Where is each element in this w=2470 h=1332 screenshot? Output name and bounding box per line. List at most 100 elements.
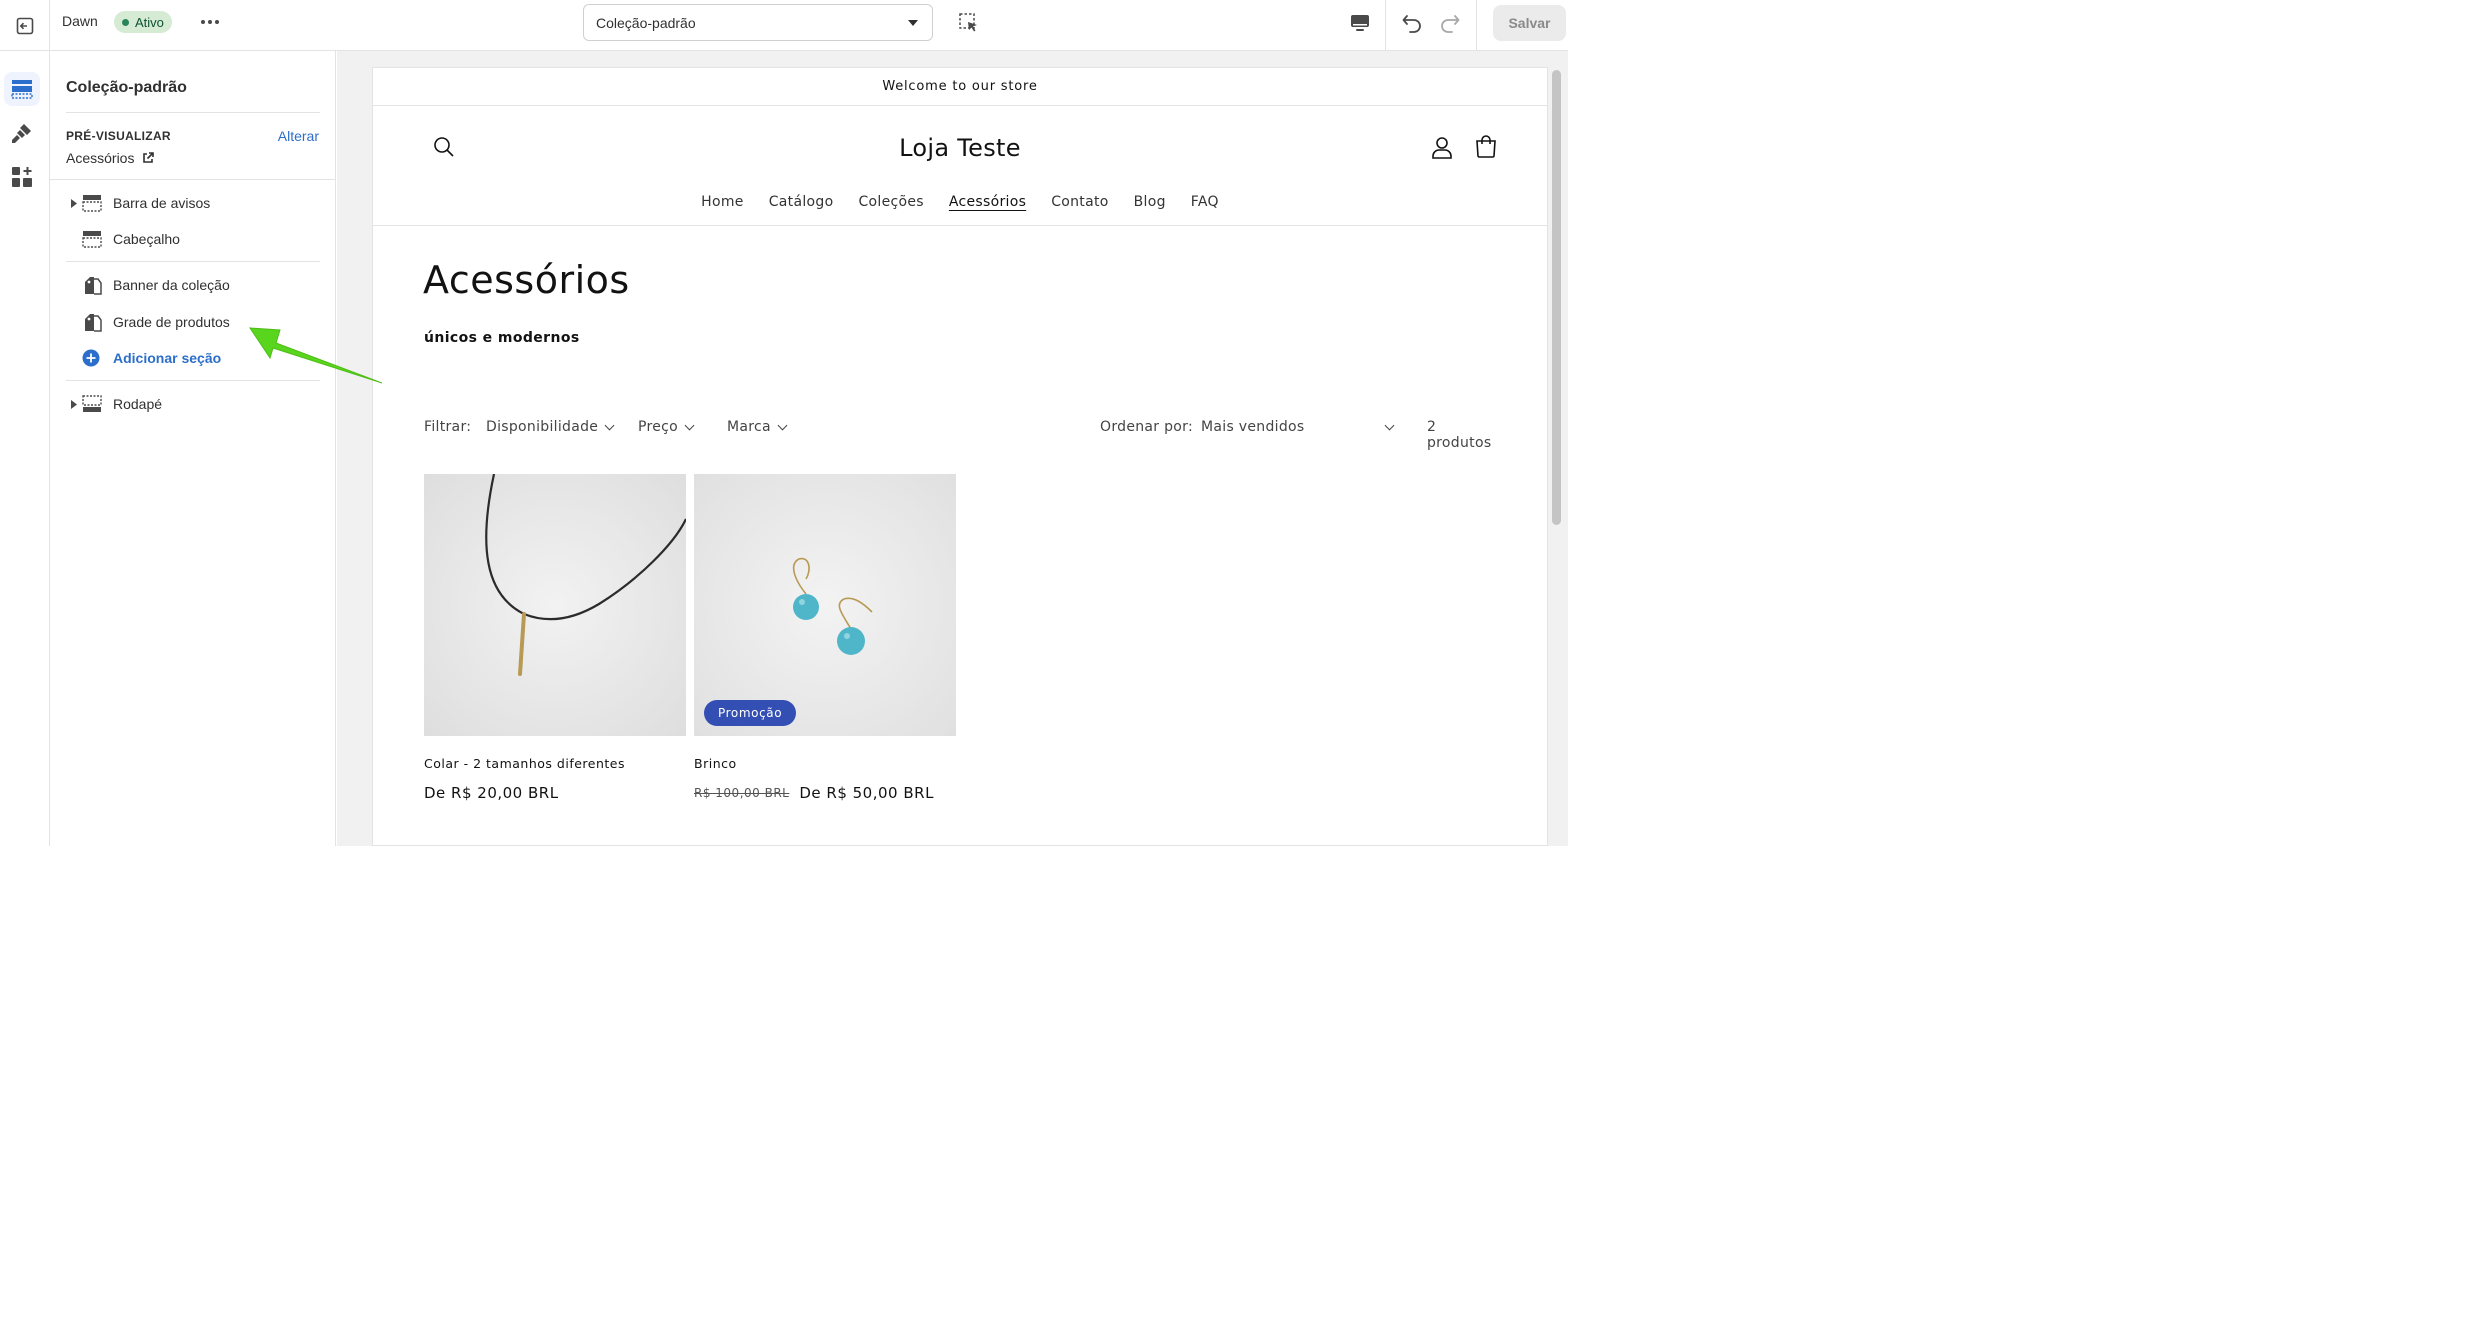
- inspector-toggle-button[interactable]: [955, 9, 983, 37]
- chevron-down-icon: [1384, 420, 1395, 430]
- section-label: Adicionar seção: [113, 350, 222, 366]
- theme-name: Dawn: [62, 13, 98, 29]
- nav-home[interactable]: Home: [701, 194, 744, 210]
- rail-sections-button[interactable]: [4, 72, 40, 106]
- plus-circle-icon: [82, 349, 110, 367]
- redo-button[interactable]: [1436, 9, 1464, 37]
- rail-theme-settings-button[interactable]: [4, 116, 40, 150]
- filter-price[interactable]: Preço: [638, 419, 695, 435]
- section-label: Grade de produtos: [113, 314, 230, 330]
- section-footer[interactable]: Rodapé: [66, 389, 320, 419]
- nav-blog[interactable]: Blog: [1134, 194, 1166, 210]
- filter-availability[interactable]: Disponibilidade: [486, 419, 615, 435]
- header-section-icon: [82, 230, 110, 248]
- section-label: Cabeçalho: [113, 231, 180, 247]
- product-price-value: De R$ 50,00 BRL: [799, 784, 934, 802]
- cart-button[interactable]: [1475, 135, 1497, 164]
- product-name[interactable]: Colar - 2 tamanhos diferentes: [424, 756, 686, 771]
- store-preview: Welcome to our store Loja Teste Home Cat…: [372, 67, 1548, 846]
- preview-scrollbar[interactable]: [1552, 70, 1561, 525]
- undo-icon: [1402, 15, 1421, 33]
- nav-faq[interactable]: FAQ: [1191, 194, 1219, 210]
- section-announcement-bar[interactable]: Barra de avisos: [66, 188, 320, 218]
- account-button[interactable]: [1431, 136, 1453, 165]
- product-image[interactable]: Promoção: [694, 474, 956, 736]
- header-section-icon: [82, 194, 110, 212]
- status-badge: Ativo: [114, 11, 172, 33]
- status-dot-icon: [122, 18, 129, 26]
- tag-section-icon: [82, 275, 110, 295]
- device-preview-button[interactable]: [1346, 9, 1374, 37]
- redo-icon: [1441, 15, 1460, 33]
- preview-value[interactable]: Acessórios: [66, 150, 155, 166]
- product-card[interactable]: Promoção Brinco R$ 100,00 BRL De R$ 50,0…: [694, 474, 956, 802]
- product-price: De R$ 20,00 BRL: [424, 784, 686, 802]
- external-link-icon: [143, 152, 155, 163]
- section-collection-banner[interactable]: Banner da coleção: [66, 270, 320, 300]
- preview-label: PRÉ-VISUALIZAR: [66, 129, 171, 143]
- sort-select[interactable]: Mais vendidos: [1201, 419, 1395, 435]
- rail-apps-button[interactable]: [4, 160, 40, 194]
- select-cursor-icon: [959, 13, 977, 32]
- preview-value-label: Acessórios: [66, 150, 135, 166]
- earrings-image: [694, 474, 956, 736]
- cart-icon: [1476, 135, 1496, 158]
- nav-collections[interactable]: Coleções: [858, 194, 923, 210]
- store-header: Loja Teste Home Catálogo Coleções Acessó…: [373, 106, 1547, 226]
- chevron-down-icon: [777, 420, 788, 430]
- footer-section-icon: [82, 395, 110, 413]
- topbar-divider: [1385, 0, 1386, 51]
- expand-arrow-icon[interactable]: [66, 399, 82, 409]
- preview-change-link[interactable]: Alterar: [278, 128, 319, 144]
- sort-select-value: Mais vendidos: [1201, 419, 1305, 435]
- chevron-down-icon: [604, 420, 615, 430]
- save-button[interactable]: Salvar: [1493, 5, 1566, 41]
- product-image[interactable]: [424, 474, 686, 736]
- nav-catalog[interactable]: Catálogo: [769, 194, 834, 210]
- caret-down-icon: [908, 20, 918, 26]
- filter-price-label: Preço: [638, 419, 679, 435]
- more-actions-button[interactable]: [198, 10, 222, 34]
- section-label: Banner da coleção: [113, 277, 230, 293]
- filter-brand-label: Marca: [727, 419, 771, 435]
- tag-section-icon: [82, 312, 110, 332]
- editor-rail: [0, 51, 50, 846]
- section-label: Rodapé: [113, 396, 163, 412]
- topbar-divider: [1476, 0, 1477, 51]
- nav-contact[interactable]: Contato: [1051, 194, 1108, 210]
- filter-label: Filtrar:: [424, 419, 472, 435]
- template-select-value: Coleção-padrão: [596, 14, 696, 31]
- filter-bar: Filtrar: Disponibilidade Preço Marca Ord…: [424, 417, 1498, 451]
- sidebar-title: Coleção-padrão: [66, 79, 187, 96]
- sidebar-divider: [66, 261, 320, 262]
- collection-title: Acessórios: [423, 258, 630, 302]
- chevron-down-icon: [684, 420, 695, 430]
- filter-brand[interactable]: Marca: [727, 419, 788, 435]
- sidebar-divider: [50, 179, 336, 180]
- expand-arrow-icon[interactable]: [66, 198, 82, 208]
- template-select[interactable]: Coleção-padrão: [583, 4, 933, 41]
- nav-accessories[interactable]: Acessórios: [949, 194, 1026, 210]
- store-logo[interactable]: Loja Teste: [373, 134, 1547, 162]
- product-name[interactable]: Brinco: [694, 756, 956, 771]
- product-old-price: R$ 100,00 BRL: [694, 786, 790, 800]
- exit-button[interactable]: [0, 0, 50, 51]
- undo-button[interactable]: [1398, 9, 1426, 37]
- paintbrush-icon: [12, 124, 31, 143]
- store-nav: Home Catálogo Coleções Acessórios Contat…: [373, 194, 1547, 210]
- section-label: Barra de avisos: [113, 195, 211, 211]
- sale-badge: Promoção: [704, 700, 797, 726]
- product-price-value: De R$ 20,00 BRL: [424, 784, 559, 802]
- necklace-image: [424, 474, 686, 736]
- filter-availability-label: Disponibilidade: [486, 419, 599, 435]
- product-price: R$ 100,00 BRL De R$ 50,00 BRL: [694, 784, 956, 802]
- sort-label: Ordenar por:: [1100, 419, 1193, 435]
- announcement-bar: Welcome to our store: [373, 68, 1547, 106]
- account-icon: [1432, 137, 1452, 159]
- annotation-arrow-icon: [249, 327, 383, 384]
- product-card[interactable]: Colar - 2 tamanhos diferentes De R$ 20,0…: [424, 474, 686, 802]
- status-badge-label: Ativo: [135, 14, 164, 30]
- section-header[interactable]: Cabeçalho: [66, 224, 320, 254]
- desktop-icon: [1351, 15, 1369, 31]
- sidebar-divider: [66, 112, 320, 113]
